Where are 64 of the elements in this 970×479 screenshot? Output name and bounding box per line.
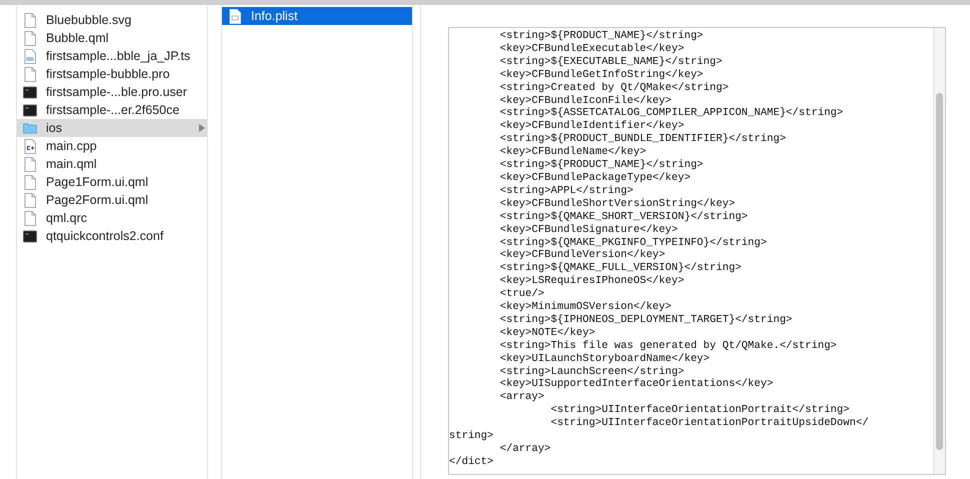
file-item[interactable]: firstsample...bble_ja_JP.ts bbox=[17, 47, 207, 65]
file-item[interactable]: Info.plist bbox=[222, 7, 412, 25]
code-line: <key>CFBundlePackageType</key> bbox=[498, 172, 692, 185]
terminal-icon bbox=[23, 84, 37, 100]
cpp-file-icon bbox=[23, 138, 37, 154]
file-item[interactable]: firstsample-...ble.pro.user bbox=[17, 83, 207, 101]
file-item[interactable]: qml.qrc bbox=[17, 209, 207, 227]
code-line: <key>CFBundleVersion</key> bbox=[498, 249, 666, 262]
code-line: <string>UIInterfaceOrientationPortraitUpsideDown</ bbox=[550, 417, 870, 430]
code-line: <key>UISupportedInterfaceOrientations</key> bbox=[498, 378, 774, 392]
code-line: <string>${PRODUCT_NAME}</string> bbox=[498, 159, 704, 172]
code-line: <string>${IPHONEOS_DEPLOYMENT_TARGET}</string> bbox=[498, 314, 794, 327]
code-line: <key>CFBundleExecutable</key> bbox=[498, 42, 686, 56]
code-line: <key>CFBundleSignature</key> bbox=[498, 224, 679, 236]
code-line: <string>${QMAKE_SHORT_VERSION}</string> bbox=[498, 210, 749, 224]
code-line: <string>${QMAKE_PKGINFO_TYPEINFO}</string> bbox=[498, 236, 768, 249]
code-line: <string>${EXECUTABLE_NAME}</string> bbox=[498, 56, 724, 69]
code-line: <true/> bbox=[498, 288, 546, 301]
file-item[interactable]: qtquickcontrols2.conf bbox=[17, 227, 207, 245]
file-item[interactable]: Page2Form.ui.qml bbox=[17, 191, 207, 209]
code-line: <string>${PRODUCT_NAME}</string> bbox=[498, 30, 704, 43]
code-line: <key>CFBundleShortVersionString</key> bbox=[498, 198, 736, 211]
file-item[interactable]: firstsample-bubble.pro bbox=[17, 65, 207, 83]
code-line: <key>NOTE</key> bbox=[498, 326, 596, 340]
file-item[interactable]: main.cpp bbox=[17, 137, 207, 155]
code-line: <string>APPL</string> bbox=[498, 184, 634, 198]
document-icon bbox=[23, 12, 37, 28]
code-line: <key>CFBundleIconFile</key> bbox=[498, 94, 673, 107]
file-item[interactable]: ios bbox=[17, 119, 207, 137]
code-line: <string>UIInterfaceOrientationPortrait</string> bbox=[550, 404, 851, 417]
document-icon bbox=[23, 66, 37, 82]
terminal-icon bbox=[23, 102, 37, 118]
file-item[interactable]: Page1Form.ui.qml bbox=[17, 173, 207, 191]
folder-icon bbox=[23, 120, 37, 136]
code-line: <key>UILaunchStoryboardName</key> bbox=[498, 352, 711, 366]
scrollbar[interactable] bbox=[933, 28, 945, 474]
code-line: <key>LSRequiresIPhoneOS</key> bbox=[498, 275, 686, 288]
document-icon bbox=[23, 210, 37, 226]
terminal-icon bbox=[23, 228, 37, 244]
code-line: <key>CFBundleName</key> bbox=[498, 146, 648, 159]
file-item[interactable]: Bubble.qml bbox=[17, 29, 207, 47]
code-line: <string>LaunchScreen</string> bbox=[498, 366, 686, 378]
code-line: </dict> bbox=[449, 456, 495, 469]
ts-file-icon bbox=[23, 48, 37, 64]
code-line: <string>${PRODUCT_BUNDLE_IDENTIFIER}</string> bbox=[498, 133, 787, 146]
code-line: <key>CFBundleIdentifier</key> bbox=[498, 120, 686, 133]
code-line: <string>This file was generated by Qt/QMake.</string> bbox=[498, 340, 838, 353]
document-icon bbox=[23, 30, 37, 46]
file-item[interactable]: firstsample-...er.2f650ce bbox=[17, 101, 207, 119]
code-line: </array> bbox=[498, 443, 552, 456]
document-icon bbox=[23, 192, 37, 208]
code-line: string> bbox=[449, 430, 495, 443]
code-line: <key>CFBundleGetInfoString</key> bbox=[498, 68, 704, 82]
document-icon bbox=[23, 174, 37, 190]
document-icon bbox=[23, 156, 37, 172]
code-line: <string>Created by Qt/QMake</string> bbox=[498, 82, 730, 95]
plist-file-icon bbox=[228, 8, 242, 24]
code-line: <string>${QMAKE_FULL_VERSION}</string> bbox=[498, 262, 742, 275]
code-line: <key>MinimumOSVersion</key> bbox=[498, 301, 673, 314]
code-line: <array> bbox=[498, 391, 546, 404]
disclosure-arrow-icon bbox=[199, 124, 205, 132]
file-item[interactable]: main.qml bbox=[17, 155, 207, 173]
code-line: <string>${ASSETCATALOG_COMPILER_APPICON_NAME}</string> bbox=[498, 107, 844, 120]
file-item[interactable]: Bluebubble.svg bbox=[17, 11, 207, 29]
